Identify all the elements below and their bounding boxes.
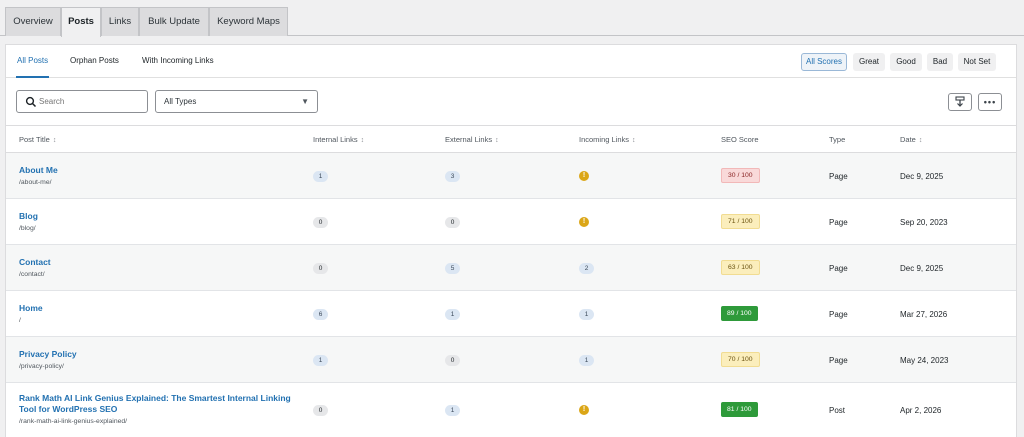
tab-links[interactable]: Links xyxy=(101,7,139,36)
filter-good[interactable]: Good xyxy=(890,53,922,71)
main-tab-bar: Overview Posts Links Bulk Update Keyword… xyxy=(0,0,1024,37)
external-links-count[interactable]: 1 xyxy=(445,309,460,320)
post-date: Apr 2, 2026 xyxy=(900,406,942,415)
post-title-link[interactable]: Privacy Policy xyxy=(19,349,77,360)
col-incoming-links[interactable]: Incoming Links ↕ xyxy=(579,135,636,144)
post-title-link[interactable]: Contact xyxy=(19,257,51,268)
post-date: Dec 9, 2025 xyxy=(900,264,944,273)
internal-links-count[interactable]: 1 xyxy=(313,355,328,366)
col-incoming-links-label: Incoming Links xyxy=(579,135,630,144)
table-row: Rank Math AI Link Genius Explained: The … xyxy=(6,383,1016,437)
sort-icon: ↕ xyxy=(918,137,923,144)
internal-links-count[interactable]: 0 xyxy=(313,263,328,274)
more-options-icon: ••• xyxy=(983,97,997,107)
sort-icon: ↕ xyxy=(360,137,365,144)
external-links-count[interactable]: 5 xyxy=(445,263,460,274)
type-filter-select[interactable]: All Types ▼ xyxy=(155,90,318,113)
sub-tab-all-posts[interactable]: All Posts xyxy=(16,56,50,78)
internal-links-count[interactable]: 0 xyxy=(313,217,328,228)
col-date[interactable]: Date ↕ xyxy=(900,135,922,144)
post-date: May 24, 2023 xyxy=(900,356,949,365)
sub-tab-incoming-links[interactable]: With Incoming Links xyxy=(142,56,214,78)
post-title-line: Rank Math AI Link Genius Explained: The … xyxy=(19,393,291,403)
seo-score-badge: 30 / 100 xyxy=(721,168,760,183)
external-links-count[interactable]: 1 xyxy=(445,405,460,416)
seo-score-badge: 70 / 100 xyxy=(721,352,760,367)
tab-posts[interactable]: Posts xyxy=(61,7,101,37)
table-row: Contact /contact/ 0 5 2 63 / 100 Page De… xyxy=(6,245,1016,291)
tab-overview[interactable]: Overview xyxy=(5,7,61,36)
post-type: Page xyxy=(829,264,848,273)
search-icon xyxy=(25,96,37,108)
export-button[interactable] xyxy=(948,93,972,111)
incoming-links-count[interactable]: 1 xyxy=(579,355,594,366)
col-external-links[interactable]: External Links ↕ xyxy=(445,135,499,144)
post-slug: /about-me/ xyxy=(19,179,52,186)
post-slug: / xyxy=(19,317,21,324)
table-row: Privacy Policy /privacy-policy/ 1 0 1 70… xyxy=(6,337,1016,383)
col-internal-links-label: Internal Links xyxy=(313,135,358,144)
post-type: Page xyxy=(829,218,848,227)
external-links-count[interactable]: 3 xyxy=(445,171,460,182)
table-row: Home / 6 1 1 89 / 100 Page Mar 27, 2026 xyxy=(6,291,1016,337)
type-filter-value: All Types xyxy=(164,97,197,106)
chevron-down-icon: ▼ xyxy=(301,97,309,106)
table-row: About Me /about-me/ 1 3 ! 30 / 100 Page … xyxy=(6,153,1016,199)
post-type: Page xyxy=(829,310,848,319)
post-title-link[interactable]: Home xyxy=(19,303,43,314)
post-slug: /privacy-policy/ xyxy=(19,363,64,370)
warning-icon: ! xyxy=(579,217,589,227)
post-title-link[interactable]: Blog xyxy=(19,211,38,222)
post-date: Mar 27, 2026 xyxy=(900,310,948,319)
external-links-count[interactable]: 0 xyxy=(445,217,460,228)
external-links-count[interactable]: 0 xyxy=(445,355,460,366)
sub-tab-orphan-posts[interactable]: Orphan Posts xyxy=(70,56,119,78)
col-date-label: Date xyxy=(900,135,916,144)
incoming-links-count[interactable]: 2 xyxy=(579,263,594,274)
col-post-title[interactable]: Post Title ↕ xyxy=(19,135,56,144)
table-header: Post Title ↕ Internal Links ↕ External Lin… xyxy=(6,125,1016,153)
col-external-links-label: External Links xyxy=(445,135,493,144)
filter-all-scores[interactable]: All Scores xyxy=(801,53,847,71)
post-type: Page xyxy=(829,356,848,365)
filter-bad[interactable]: Bad xyxy=(927,53,953,71)
table-row: Blog /blog/ 0 0 ! 71 / 100 Page Sep 20, … xyxy=(6,199,1016,245)
post-title-line: Tool for WordPress SEO xyxy=(19,404,118,414)
tab-keyword-maps[interactable]: Keyword Maps xyxy=(209,7,288,36)
seo-score-badge: 63 / 100 xyxy=(721,260,760,275)
filter-great[interactable]: Great xyxy=(853,53,885,71)
post-date: Dec 9, 2025 xyxy=(900,172,944,181)
post-date: Sep 20, 2023 xyxy=(900,218,948,227)
post-slug: /rank-math-ai-link-genius-explained/ xyxy=(19,418,128,425)
warning-icon: ! xyxy=(579,405,589,415)
filter-not-set[interactable]: Not Set xyxy=(958,53,996,71)
more-options-button[interactable]: ••• xyxy=(978,93,1002,111)
col-post-title-label: Post Title xyxy=(19,135,50,144)
post-title-link[interactable]: About Me xyxy=(19,165,58,176)
col-internal-links[interactable]: Internal Links ↕ xyxy=(313,135,364,144)
post-type: Post xyxy=(829,406,846,415)
sort-icon: ↕ xyxy=(632,137,636,144)
search-box[interactable] xyxy=(16,90,148,113)
post-slug: /blog/ xyxy=(19,225,36,232)
export-icon xyxy=(955,96,965,107)
internal-links-count[interactable]: 6 xyxy=(313,309,328,320)
post-title-link[interactable]: Rank Math AI Link Genius Explained: The … xyxy=(19,393,291,415)
internal-links-count[interactable]: 0 xyxy=(313,405,328,416)
seo-score-badge: 71 / 100 xyxy=(721,214,760,229)
col-seo-score: SEO Score xyxy=(721,135,759,144)
col-type: Type xyxy=(829,135,846,144)
post-slug: /contact/ xyxy=(19,271,45,278)
posts-panel: All Posts Orphan Posts With Incoming Lin… xyxy=(5,44,1017,437)
seo-score-badge: 89 / 100 xyxy=(721,306,758,321)
seo-score-badge: 81 / 100 xyxy=(721,402,758,417)
search-input[interactable] xyxy=(39,94,144,109)
tab-bulk-update[interactable]: Bulk Update xyxy=(139,7,209,36)
post-type: Page xyxy=(829,172,848,181)
sort-icon: ↕ xyxy=(495,137,499,144)
incoming-links-count[interactable]: 1 xyxy=(579,309,594,320)
internal-links-count[interactable]: 1 xyxy=(313,171,328,182)
sort-icon: ↕ xyxy=(52,137,57,144)
warning-icon: ! xyxy=(579,171,589,181)
